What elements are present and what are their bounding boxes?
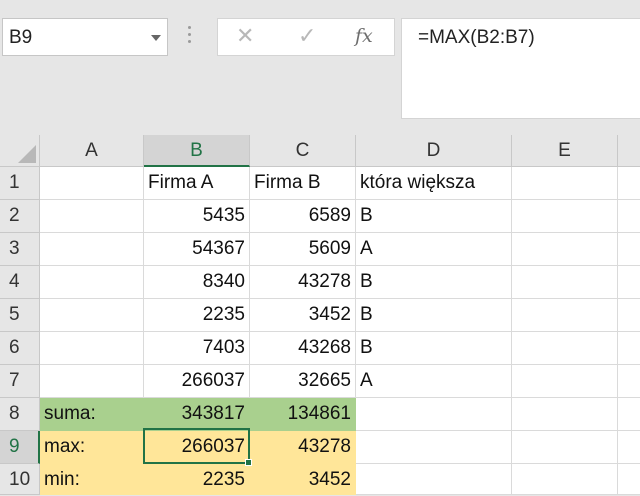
cell-c8[interactable]: 134861 (250, 398, 356, 431)
grip-dots-icon[interactable] (188, 26, 192, 48)
row-header[interactable]: 3 (0, 233, 40, 266)
column-header-f[interactable] (618, 135, 640, 167)
select-all-triangle-icon (18, 145, 36, 163)
cell-f1[interactable] (618, 167, 640, 200)
cell-e2[interactable] (512, 200, 618, 233)
cell-f3[interactable] (618, 233, 640, 266)
cell-c1[interactable]: Firma B (250, 167, 356, 200)
cell-f7[interactable] (618, 365, 640, 398)
cell-e8[interactable] (512, 398, 618, 431)
row-header[interactable]: 10 (0, 464, 40, 495)
column-header-b[interactable]: B (144, 135, 250, 167)
formula-buttons: ✕ ✓ fx (217, 18, 395, 56)
row-header[interactable]: 4 (0, 266, 40, 299)
cell-a7[interactable] (40, 365, 144, 398)
cell-c10[interactable]: 3452 (250, 464, 356, 495)
cell-b4[interactable]: 8340 (144, 266, 250, 299)
cell-c5[interactable]: 3452 (250, 299, 356, 332)
cell-b2[interactable]: 5435 (144, 200, 250, 233)
cell-b7[interactable]: 266037 (144, 365, 250, 398)
cell-b8[interactable]: 343817 (144, 398, 250, 431)
cell-a2[interactable] (40, 200, 144, 233)
cell-f8[interactable] (618, 398, 640, 431)
cell-f9[interactable] (618, 431, 640, 464)
cell-d9[interactable] (356, 431, 512, 464)
cell-d8[interactable] (356, 398, 512, 431)
cell-e6[interactable] (512, 332, 618, 365)
cell-a1[interactable] (40, 167, 144, 200)
cell-a4[interactable] (40, 266, 144, 299)
row-header[interactable]: 6 (0, 332, 40, 365)
row-header[interactable]: 5 (0, 299, 40, 332)
row-header[interactable]: 1 (0, 167, 40, 200)
fill-handle[interactable] (245, 459, 252, 466)
cell-d1[interactable]: która większa (356, 167, 512, 200)
cell-d5[interactable]: B (356, 299, 512, 332)
cell-d4[interactable]: B (356, 266, 512, 299)
cell-e5[interactable] (512, 299, 618, 332)
row-header[interactable]: 2 (0, 200, 40, 233)
insert-function-icon[interactable]: fx (355, 25, 373, 47)
cell-e3[interactable] (512, 233, 618, 266)
cell-a8[interactable]: suma: (40, 398, 144, 431)
column-header-d[interactable]: D (356, 135, 512, 167)
cell-c3[interactable]: 5609 (250, 233, 356, 266)
cell-b3[interactable]: 54367 (144, 233, 250, 266)
select-all-button[interactable] (0, 135, 40, 167)
column-header-a[interactable]: A (40, 135, 144, 167)
cell-f4[interactable] (618, 266, 640, 299)
cell-e4[interactable] (512, 266, 618, 299)
name-box-value: B9 (9, 27, 33, 48)
cell-b9[interactable]: 266037 (144, 431, 250, 464)
cell-c7[interactable]: 32665 (250, 365, 356, 398)
formula-text: =MAX(B2:B7) (418, 27, 535, 48)
cell-b1[interactable]: Firma A (144, 167, 250, 200)
row-header[interactable]: 7 (0, 365, 40, 398)
row-header[interactable]: 9 (0, 431, 40, 464)
cell-e9[interactable] (512, 431, 618, 464)
name-box[interactable]: B9 (2, 18, 168, 56)
cell-a9[interactable]: max: (40, 431, 144, 464)
cell-f2[interactable] (618, 200, 640, 233)
cell-c2[interactable]: 6589 (250, 200, 356, 233)
cell-a6[interactable] (40, 332, 144, 365)
cell-c9[interactable]: 43278 (250, 431, 356, 464)
cell-f5[interactable] (618, 299, 640, 332)
formula-input[interactable]: =MAX(B2:B7) (401, 18, 640, 119)
cell-f6[interactable] (618, 332, 640, 365)
cell-d6[interactable]: B (356, 332, 512, 365)
cell-a5[interactable] (40, 299, 144, 332)
cell-f10[interactable] (618, 464, 640, 495)
cell-c6[interactable]: 43268 (250, 332, 356, 365)
cell-b10[interactable]: 2235 (144, 464, 250, 495)
spreadsheet-grid: A B C D E 1 Firma A Firma B która większ… (0, 135, 640, 495)
cell-e10[interactable] (512, 464, 618, 495)
cell-d2[interactable]: B (356, 200, 512, 233)
cell-b5[interactable]: 2235 (144, 299, 250, 332)
formula-bar-area: B9 ✕ ✓ fx =MAX(B2:B7) (0, 0, 640, 135)
cell-e1[interactable] (512, 167, 618, 200)
cell-b6[interactable]: 7403 (144, 332, 250, 365)
check-icon[interactable]: ✓ (298, 23, 316, 49)
cell-d3[interactable]: A (356, 233, 512, 266)
row-header[interactable]: 8 (0, 398, 40, 431)
column-header-c[interactable]: C (250, 135, 356, 167)
column-header-e[interactable]: E (512, 135, 618, 167)
cancel-icon[interactable]: ✕ (236, 23, 254, 49)
chevron-down-icon[interactable] (151, 35, 161, 41)
cell-c4[interactable]: 43278 (250, 266, 356, 299)
cell-e7[interactable] (512, 365, 618, 398)
cell-a3[interactable] (40, 233, 144, 266)
cell-a10[interactable]: min: (40, 464, 144, 495)
cell-d7[interactable]: A (356, 365, 512, 398)
cell-d10[interactable] (356, 464, 512, 495)
